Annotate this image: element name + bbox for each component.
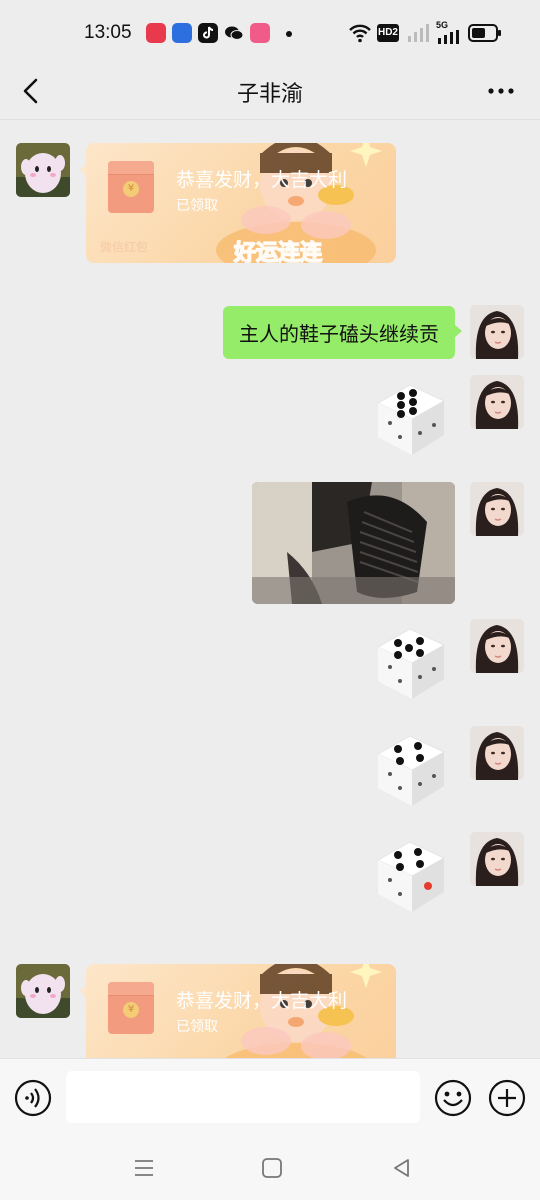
hd-badge: HD2 xyxy=(377,24,399,42)
red-packet-status: 已领取 xyxy=(176,198,218,214)
more-options-icon[interactable] xyxy=(486,78,516,104)
app-icon xyxy=(250,23,270,43)
signal-icon xyxy=(408,24,429,42)
home-icon[interactable] xyxy=(260,1156,284,1180)
my-avatar[interactable] xyxy=(470,305,524,359)
red-packet-card[interactable]: ¥ 恭喜发财，大吉大利 已领取 xyxy=(86,964,396,1058)
red-envelope-icon: ¥ xyxy=(108,982,154,1034)
network-label: 5G xyxy=(436,20,449,30)
xiaohongshu-icon xyxy=(146,23,166,43)
red-packet-footer: 微信红包 xyxy=(100,240,149,254)
battery-icon xyxy=(468,24,501,42)
svg-text:好运连连: 好运连连 xyxy=(233,240,323,263)
my-avatar[interactable] xyxy=(470,619,524,673)
input-bar xyxy=(0,1058,540,1136)
wechat-icon xyxy=(224,23,244,43)
my-avatar[interactable] xyxy=(470,726,524,780)
signal-5g-icon xyxy=(438,30,459,44)
voice-input-icon[interactable] xyxy=(14,1079,52,1117)
red-packet-status: 已领取 xyxy=(176,1019,218,1035)
red-envelope-icon: ¥ xyxy=(108,161,154,213)
menu-icon[interactable] xyxy=(132,1156,156,1180)
dice-five-icon[interactable] xyxy=(368,621,452,705)
baidu-icon xyxy=(172,23,192,43)
message-input[interactable] xyxy=(66,1071,420,1123)
status-time: 13:05 xyxy=(84,22,132,43)
add-more-icon[interactable] xyxy=(488,1079,526,1117)
tiktok-icon xyxy=(198,23,218,43)
red-packet-title: 恭喜发财，大吉大利 xyxy=(176,169,348,191)
emoji-icon[interactable] xyxy=(434,1079,472,1117)
chat-header: 子非渝 xyxy=(0,64,540,120)
message-list[interactable]: ¥ 好运连连 恭喜发财，大吉大利 已领取 微信红包 主人的鞋子磕头继续贡 ¥ 恭… xyxy=(0,121,540,1058)
notification-dot xyxy=(286,31,292,37)
chat-title: 子非渝 xyxy=(236,82,303,107)
system-nav-bar xyxy=(0,1136,540,1200)
sticker-overlay: 好运连连 xyxy=(216,143,382,263)
my-avatar[interactable] xyxy=(470,482,524,536)
dice-four-icon[interactable] xyxy=(368,834,452,918)
my-avatar[interactable] xyxy=(470,832,524,886)
contact-avatar[interactable] xyxy=(16,964,70,1018)
red-packet-card[interactable]: ¥ 好运连连 恭喜发财，大吉大利 已领取 微信红包 xyxy=(86,143,396,263)
message-bubble[interactable]: 主人的鞋子磕头继续贡 xyxy=(223,306,462,359)
status-bar: 13:05 HD2 5G xyxy=(0,0,540,64)
contact-avatar[interactable] xyxy=(16,143,70,197)
dice-four-icon[interactable] xyxy=(368,728,452,812)
image-message[interactable] xyxy=(252,482,455,604)
wifi-icon xyxy=(349,24,371,43)
dice-six-icon[interactable] xyxy=(368,377,452,461)
my-avatar[interactable] xyxy=(470,375,524,429)
back-triangle-icon[interactable] xyxy=(390,1156,414,1180)
red-packet-title: 恭喜发财，大吉大利 xyxy=(176,990,348,1012)
